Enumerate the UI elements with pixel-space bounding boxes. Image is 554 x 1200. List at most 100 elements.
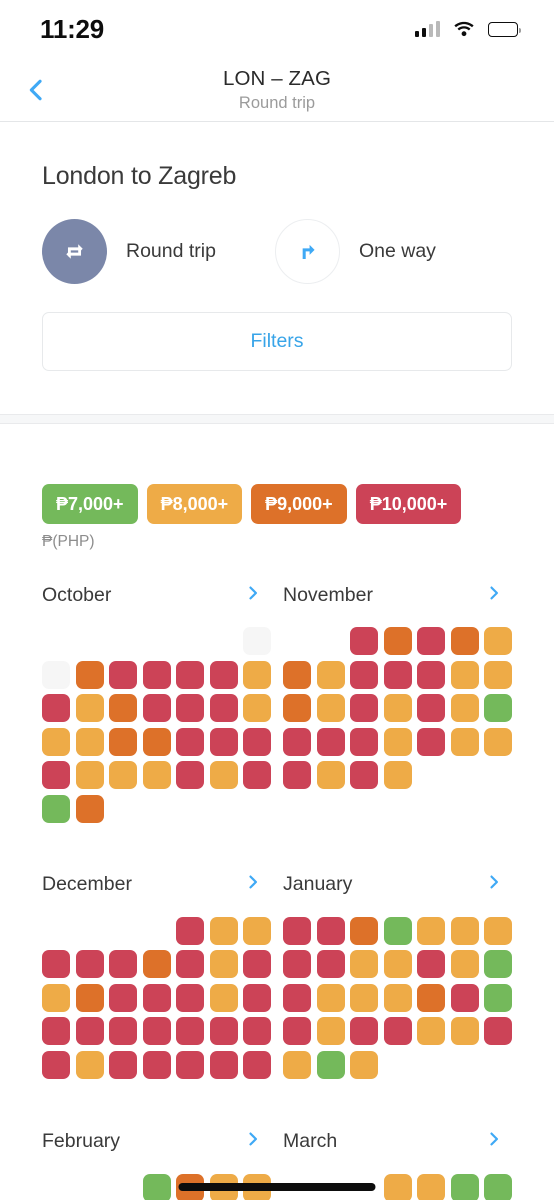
calendar-cell-price[interactable] (75, 950, 104, 978)
calendar-cell-price[interactable] (209, 727, 238, 756)
calendar-cell-price[interactable] (243, 916, 271, 945)
calendar-cell-price[interactable] (383, 1017, 412, 1045)
calendar-cell-price[interactable] (316, 727, 345, 756)
calendar-cell-price[interactable] (209, 1017, 238, 1045)
calendar-cell-price[interactable] (209, 1050, 238, 1079)
price-legend-chip[interactable]: ₱10,000+ (355, 484, 462, 524)
calendar-cell-price[interactable] (383, 916, 412, 945)
calendar-cell-price[interactable] (42, 1050, 70, 1079)
calendar-cell-price[interactable] (316, 761, 345, 789)
month-header-december[interactable]: December (42, 868, 271, 902)
calendar-cell-price[interactable] (450, 627, 479, 655)
price-legend-chip[interactable]: ₱8,000+ (146, 484, 243, 524)
month-header-february[interactable]: February (42, 1125, 271, 1159)
calendar-cell-price[interactable] (350, 694, 378, 722)
calendar-cell-price[interactable] (209, 983, 238, 1012)
calendar-cell-price[interactable] (417, 1173, 445, 1200)
calendar-cell-price[interactable] (383, 627, 412, 655)
month-header-october[interactable]: October (42, 578, 271, 612)
calendar-cell-price[interactable] (209, 694, 238, 722)
filters-button[interactable]: Filters (42, 312, 512, 371)
calendar-cell-price[interactable] (42, 983, 70, 1012)
calendar-cell-price[interactable] (350, 983, 378, 1012)
calendar-cell-price[interactable] (283, 727, 311, 756)
calendar-cell-price[interactable] (450, 950, 479, 978)
calendar-cell-price[interactable] (243, 950, 271, 978)
calendar-cell-price[interactable] (209, 761, 238, 789)
trip-type-round-trip[interactable]: Round trip (42, 219, 216, 284)
month-header-january[interactable]: January (283, 868, 512, 902)
calendar-cell-price[interactable] (484, 983, 512, 1012)
calendar-cell-price[interactable] (176, 1050, 204, 1079)
calendar-cell-price[interactable] (109, 1050, 137, 1079)
calendar-cell-price[interactable] (142, 694, 171, 722)
calendar-cell-price[interactable] (383, 761, 412, 789)
calendar-cell-price[interactable] (209, 660, 238, 689)
calendar-cell-price[interactable] (350, 627, 378, 655)
calendar-cell-price[interactable] (109, 950, 137, 978)
calendar-cell-price[interactable] (283, 694, 311, 722)
calendar-cell-price[interactable] (75, 983, 104, 1012)
calendar-cell-price[interactable] (383, 727, 412, 756)
calendar-cell-price[interactable] (142, 660, 171, 689)
chevron-right-icon[interactable] (484, 872, 504, 897)
calendar-cell-price[interactable] (484, 1017, 512, 1045)
calendar-cell-price[interactable] (484, 950, 512, 978)
calendar-cell-price[interactable] (243, 983, 271, 1012)
calendar-cell-price[interactable] (283, 983, 311, 1012)
calendar-cell-price[interactable] (75, 1050, 104, 1079)
back-button[interactable] (14, 68, 58, 112)
calendar-cell-price[interactable] (350, 727, 378, 756)
calendar-cell-price[interactable] (316, 1050, 345, 1079)
calendar-cell-price[interactable] (209, 916, 238, 945)
calendar-cell-price[interactable] (176, 660, 204, 689)
calendar-cell-price[interactable] (283, 916, 311, 945)
calendar-cell-price[interactable] (243, 660, 271, 689)
calendar-cell-price[interactable] (42, 727, 70, 756)
calendar-cell-price[interactable] (383, 694, 412, 722)
month-header-november[interactable]: November (283, 578, 512, 612)
calendar-cell-price[interactable] (316, 983, 345, 1012)
calendar-cell-price[interactable] (109, 660, 137, 689)
calendar-cell-price[interactable] (243, 761, 271, 789)
month-header-march[interactable]: March (283, 1125, 512, 1159)
calendar-cell-price[interactable] (142, 727, 171, 756)
calendar-cell-price[interactable] (176, 983, 204, 1012)
calendar-cell-price[interactable] (450, 660, 479, 689)
calendar-cell-price[interactable] (42, 694, 70, 722)
calendar-cell-price[interactable] (75, 761, 104, 789)
calendar-cell-price[interactable] (316, 950, 345, 978)
calendar-cell-price[interactable] (283, 1050, 311, 1079)
calendar-cell-price[interactable] (176, 1017, 204, 1045)
calendar-cell-price[interactable] (484, 660, 512, 689)
calendar-cell-price[interactable] (109, 983, 137, 1012)
calendar-cell-price[interactable] (316, 694, 345, 722)
calendar-cell-price[interactable] (283, 950, 311, 978)
calendar-cell-price[interactable] (283, 1017, 311, 1045)
calendar-cell-price[interactable] (109, 727, 137, 756)
calendar-cell-price[interactable] (142, 1173, 171, 1200)
calendar-cell-price[interactable] (484, 627, 512, 655)
calendar-cell-price[interactable] (350, 950, 378, 978)
chevron-right-icon[interactable] (243, 583, 263, 608)
calendar-cell-price[interactable] (75, 694, 104, 722)
calendar-cell-price[interactable] (283, 761, 311, 789)
calendar-cell-price[interactable] (484, 694, 512, 722)
calendar-cell-price[interactable] (484, 1173, 512, 1200)
calendar-cell-price[interactable] (243, 727, 271, 756)
calendar-cell-price[interactable] (417, 727, 445, 756)
calendar-cell-price[interactable] (450, 1173, 479, 1200)
calendar-cell-price[interactable] (383, 950, 412, 978)
calendar-cell-price[interactable] (142, 761, 171, 789)
calendar-cell-price[interactable] (417, 1017, 445, 1045)
calendar-cell-price[interactable] (243, 1050, 271, 1079)
chevron-right-icon[interactable] (243, 872, 263, 897)
calendar-cell-price[interactable] (316, 1017, 345, 1045)
calendar-cell-price[interactable] (142, 983, 171, 1012)
calendar-cell-price[interactable] (75, 727, 104, 756)
calendar-cell-price[interactable] (176, 761, 204, 789)
calendar-cell-price[interactable] (417, 694, 445, 722)
calendar-cell-price[interactable] (109, 1017, 137, 1045)
calendar-cell-price[interactable] (176, 916, 204, 945)
calendar-cell-price[interactable] (283, 660, 311, 689)
